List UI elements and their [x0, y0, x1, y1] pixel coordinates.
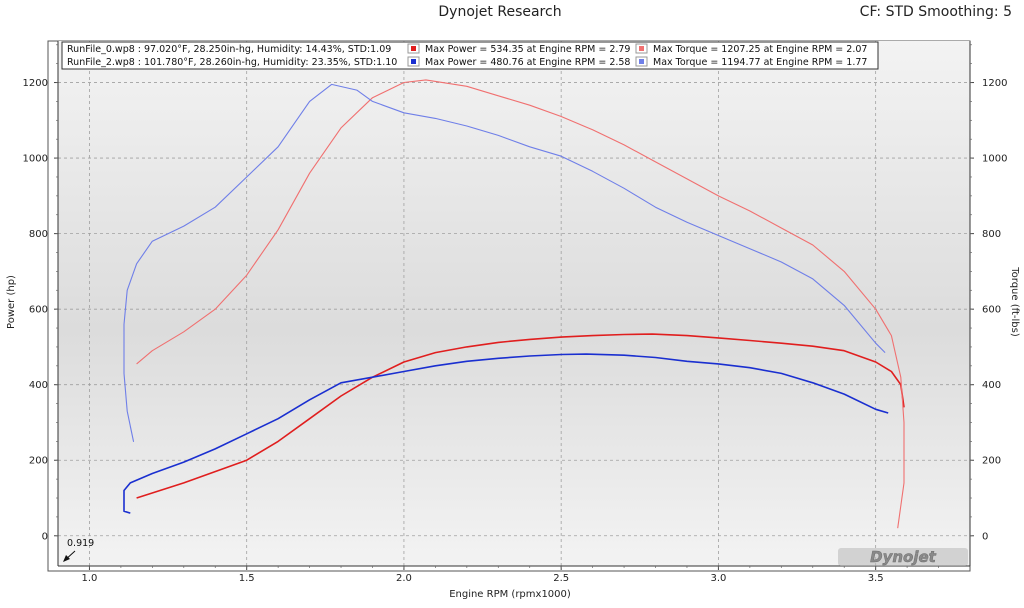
x-tick-label-0: 1.0	[81, 573, 97, 584]
dyno-chart: Dynojet Research CF: STD Smoothing: 5 1.…	[6, 4, 1020, 600]
y-axis-label: Power (hp)	[6, 275, 17, 329]
y2-tick-label-1: 200	[982, 456, 1001, 467]
legend-run2-power-swatch	[411, 59, 416, 64]
y2-tick-label-6: 1200	[982, 78, 1007, 89]
legend-run2-torque-swatch	[639, 59, 644, 64]
legend-run0-torque-swatch	[639, 46, 644, 51]
x-tick-label-2: 2.0	[396, 573, 412, 584]
y2-tick-label-2: 400	[982, 380, 1001, 391]
y2-tick-label-3: 600	[982, 305, 1001, 316]
y2-axis-label: Torque (ft-lbs)	[1009, 266, 1020, 337]
x-tick-label-5: 3.5	[868, 573, 884, 584]
plot-area	[58, 41, 970, 566]
dynojet-logo: Dynojet	[838, 548, 968, 566]
y-tick-label-2: 400	[29, 380, 48, 391]
x-tick-label-4: 3.0	[710, 573, 726, 584]
y-tick-label-4: 800	[29, 229, 48, 240]
legend-run2-max-torque: Max Torque = 1194.77 at Engine RPM = 1.7…	[653, 57, 867, 68]
x-tick-label-1: 1.5	[239, 573, 255, 584]
dyno-chart-window: Dynojet Research CF: STD Smoothing: 5 1.…	[0, 0, 1024, 608]
y2-tick-label-0: 0	[982, 531, 988, 542]
legend-run0-max-power: Max Power = 534.35 at Engine RPM = 2.79	[425, 44, 630, 55]
x-tick-label-3: 2.5	[553, 573, 569, 584]
x-axis-label: Engine RPM (rpmx1000)	[449, 589, 571, 600]
y-tick-label-6: 1200	[23, 78, 48, 89]
legend-run0-power-swatch	[411, 46, 416, 51]
legend-run2-max-power: Max Power = 480.76 at Engine RPM = 2.58	[425, 57, 630, 68]
y2-axis-ticks: 0 200 400 600 800 1000 1200	[970, 44, 1007, 542]
y-tick-label-5: 1000	[23, 154, 48, 165]
y-tick-label-1: 200	[29, 456, 48, 467]
y-tick-label-0: 0	[42, 531, 48, 542]
chart-title: Dynojet Research	[438, 4, 561, 20]
legend-run2-info: RunFile_2.wp8 : 101.780°F, 28.260in-hg, …	[67, 57, 397, 68]
y2-tick-label-4: 800	[982, 229, 1001, 240]
logo-text: Dynojet	[870, 548, 937, 566]
y-tick-label-3: 600	[29, 305, 48, 316]
y2-tick-label-5: 1000	[982, 154, 1007, 165]
cursor-readout: 0.919	[67, 538, 94, 549]
legend-run0-info: RunFile_0.wp8 : 97.020°F, 28.250in-hg, H…	[67, 44, 391, 55]
settings-label: CF: STD Smoothing: 5	[860, 4, 1012, 20]
legend: RunFile_0.wp8 : 97.020°F, 28.250in-hg, H…	[61, 41, 879, 70]
legend-run0-max-torque: Max Torque = 1207.25 at Engine RPM = 2.0…	[653, 44, 867, 55]
